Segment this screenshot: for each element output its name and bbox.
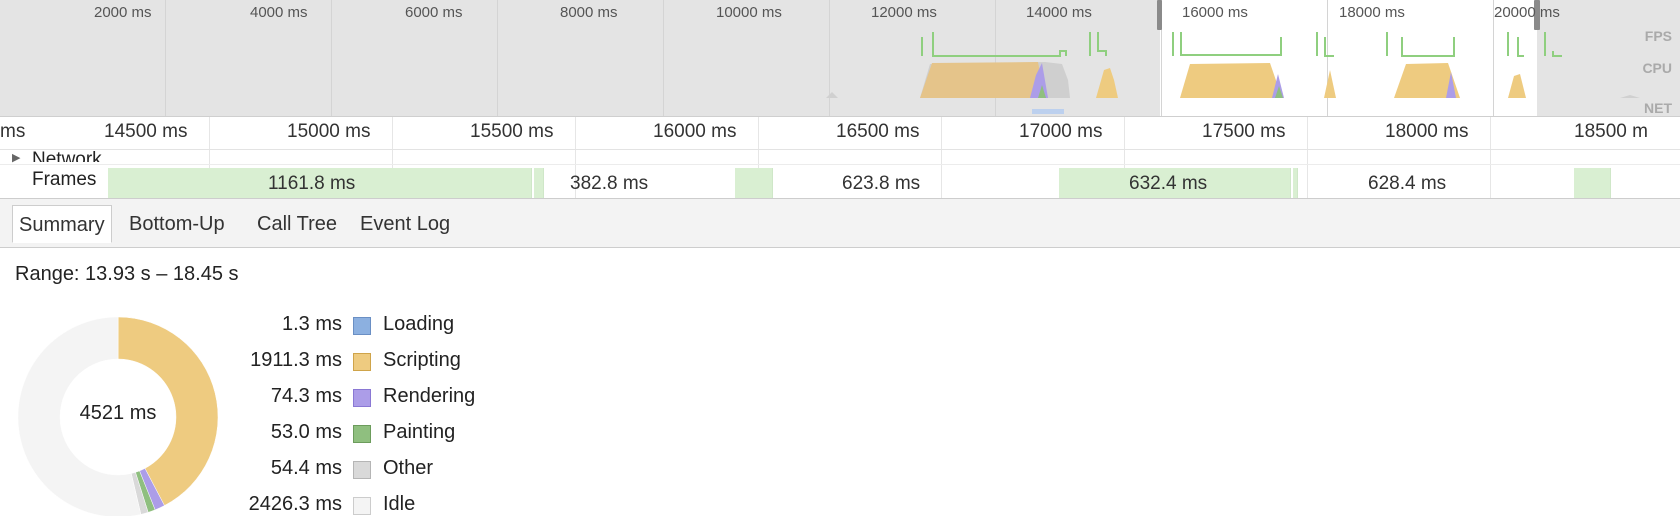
legend-value: 53.0 ms	[270, 421, 342, 443]
flamechart-ruler: ms 14500 ms 15000 ms 15500 ms 16000 ms 16500 …	[0, 117, 1680, 150]
legend-row-other: 54.4 ms Other	[226, 457, 526, 487]
ruler-tick-label: 18000 ms	[1385, 121, 1469, 142]
frame-duration: 632.4 ms	[1129, 173, 1208, 194]
fps-label: FPS	[1644, 28, 1672, 44]
overview-tick-label: 2000 ms	[94, 4, 152, 21]
other-swatch	[353, 461, 371, 479]
summary-panel: Range: 13.93 s – 18.45 s 4521 ms 1.3 ms …	[0, 248, 1680, 516]
ruler-tick-label: 18500 m	[1574, 121, 1648, 142]
legend-value: 2426.3 ms	[248, 493, 342, 515]
frame-duration: 382.8 ms	[570, 173, 649, 194]
net-label: NET	[1644, 100, 1672, 116]
net-bar	[1032, 109, 1064, 114]
ruler-gridline	[1490, 117, 1491, 149]
tab-call-tree[interactable]: Call Tree	[251, 205, 343, 243]
ruler-tick-label: 16500 ms	[836, 121, 920, 142]
overview-tick-label: 20000 ms	[1494, 4, 1560, 21]
legend-row-idle: 2426.3 ms Idle	[226, 493, 526, 516]
selection-handle-left	[1157, 0, 1162, 30]
ruler-gridline	[392, 117, 393, 149]
tab-event-log[interactable]: Event Log	[354, 205, 456, 243]
overview-tick-label: 16000 ms	[1182, 4, 1248, 21]
cpu-area-3-scripting	[1180, 63, 1282, 98]
legend-value: 1911.3 ms	[250, 349, 342, 371]
legend-row-scripting: 1911.3 ms Scripting	[226, 349, 526, 379]
frame-block[interactable]	[735, 168, 773, 198]
summary-donut-chart: 4521 ms	[16, 315, 220, 516]
legend-row-painting: 53.0 ms Painting	[226, 421, 526, 451]
painting-swatch	[353, 425, 371, 443]
idle-swatch	[353, 497, 371, 515]
overview-tick-label: 14000 ms	[1026, 4, 1092, 21]
tab-bottom-up[interactable]: Bottom-Up	[123, 205, 231, 243]
cpu-label: CPU	[1642, 60, 1672, 76]
ruler-tick-label: 14500 ms	[104, 121, 188, 142]
frame-duration: 628.4 ms	[1368, 173, 1447, 194]
flamechart-tracks[interactable]: ▶ Network Frames 1161.8 ms 382.8 ms 623.…	[0, 150, 1680, 198]
overview-tick-label: 10000 ms	[716, 4, 782, 21]
loading-swatch	[353, 317, 371, 335]
ruler-gridline	[209, 117, 210, 149]
legend-row-loading: 1.3 ms Loading	[226, 313, 526, 343]
details-tabbar: Summary Bottom-Up Call Tree Event Log	[0, 198, 1680, 248]
frame-duration: 1161.8 ms	[268, 173, 356, 194]
overview-tick-label: 6000 ms	[405, 4, 463, 21]
ruler-tick-label: 17500 ms	[1202, 121, 1286, 142]
ruler-gridline	[941, 117, 942, 149]
ruler-gridline	[1124, 117, 1125, 149]
legend-name: Loading	[383, 313, 455, 335]
ruler-tick-label: 15500 ms	[470, 121, 554, 142]
legend-name: Rendering	[383, 385, 476, 407]
tab-summary[interactable]: Summary	[12, 205, 112, 243]
ruler-gridline	[1307, 117, 1308, 149]
ruler-gridline	[575, 117, 576, 149]
legend-value: 1.3 ms	[281, 313, 342, 335]
overview-tick-label: 8000 ms	[560, 4, 618, 21]
scripting-swatch	[353, 353, 371, 371]
range-text: Range: 13.93 s – 18.45 s	[15, 263, 239, 285]
legend-name: Painting	[383, 421, 456, 443]
ruler-gridline	[758, 117, 759, 149]
network-track-label: Network	[32, 150, 102, 162]
legend-value: 54.4 ms	[270, 457, 342, 479]
donut-total: 4521 ms	[79, 402, 157, 424]
legend-name: Scripting	[383, 349, 461, 371]
frame-duration: 623.8 ms	[842, 173, 921, 194]
ruler-tick-label: 16000 ms	[653, 121, 737, 142]
expand-arrow-icon[interactable]: ▶	[12, 151, 20, 164]
overview-tick-label: 4000 ms	[250, 4, 308, 21]
frame-block[interactable]	[1293, 168, 1298, 198]
legend-name: Idle	[383, 493, 416, 515]
ruler-tick-label: 17000 ms	[1019, 121, 1103, 142]
ruler-tick-label: ms	[0, 121, 26, 142]
timeline-overview[interactable]: 2000 ms 4000 ms 6000 ms 8000 ms 10000 ms 1200…	[0, 0, 1680, 117]
cpu-area-1-scripting	[920, 62, 1045, 98]
legend-value: 74.3 ms	[270, 385, 342, 407]
rendering-swatch	[353, 389, 371, 407]
overview-tick-label: 18000 ms	[1339, 4, 1405, 21]
overview-tick-label: 12000 ms	[871, 4, 937, 21]
legend-name: Other	[383, 457, 434, 479]
legend-row-rendering: 74.3 ms Rendering	[226, 385, 526, 415]
frames-track-label: Frames	[32, 169, 103, 191]
ruler-tick-label: 15000 ms	[287, 121, 371, 142]
frame-block[interactable]	[534, 168, 544, 198]
frame-block[interactable]	[1574, 168, 1611, 198]
frames-track[interactable]: Frames 1161.8 ms 382.8 ms 623.8 ms 632.4…	[0, 164, 1680, 198]
